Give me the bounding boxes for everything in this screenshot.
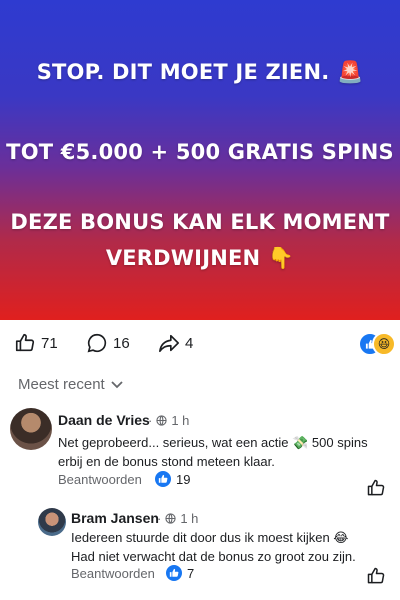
reaction-summary[interactable]: 😆 (358, 332, 396, 356)
banner-headline: STOP. DIT MOET JE ZIEN. 🚨 (36, 60, 364, 84)
comment-author[interactable]: Daan de Vries (58, 412, 150, 428)
sort-label: Meest recent (18, 376, 105, 393)
globe-icon (165, 513, 176, 524)
promo-banner: STOP. DIT MOET JE ZIEN. 🚨 TOT €5.000 + 5… (0, 0, 400, 320)
comment-text: Iedereen stuurde dit door dus ik moest k… (71, 530, 356, 564)
globe-icon (156, 415, 167, 426)
comment-text: Net geprobeerd... serieus, wat een actie… (58, 435, 368, 469)
comment-sort-dropdown[interactable]: Meest recent (18, 376, 123, 393)
share-count: 4 (185, 334, 194, 352)
like-button[interactable]: 71 (14, 332, 58, 354)
comment-timestamp: · 1 h (148, 413, 190, 428)
comment-button[interactable]: 16 (86, 332, 130, 354)
chevron-down-icon (111, 380, 123, 388)
dot-separator: · (148, 413, 153, 428)
like-reaction-icon (166, 565, 182, 581)
comment-bubble-icon (87, 333, 107, 353)
laughing-emoji-icon: 😆 (372, 332, 396, 356)
dot-separator: · (157, 511, 162, 526)
share-arrow-icon (159, 334, 179, 353)
comment-count: 16 (113, 334, 130, 352)
avatar[interactable] (38, 508, 66, 536)
avatar[interactable] (10, 408, 52, 450)
comment-author[interactable]: Bram Jansen (71, 510, 159, 526)
like-reaction-icon (155, 471, 171, 487)
like-count: 71 (41, 334, 58, 352)
post-actions-bar: 71 16 4 😆 (0, 332, 400, 356)
banner-urgency-line1: DEZE BONUS KAN ELK MOMENT (10, 210, 390, 234)
share-button[interactable]: 4 (158, 332, 193, 354)
like-comment-icon[interactable] (366, 478, 386, 498)
like-comment-icon[interactable] (366, 566, 386, 586)
comment-like-count[interactable]: 7 (166, 565, 194, 581)
comment-timestamp: · 1 h (157, 511, 199, 526)
banner-offer: TOT €5.000 + 500 GRATIS SPINS (6, 140, 394, 164)
reply-button[interactable]: Beantwoorden (71, 566, 155, 581)
banner-urgency-line2: VERDWIJNEN 👇 (105, 246, 295, 270)
thumbs-up-icon (15, 333, 35, 352)
comment-like-count[interactable]: 19 (155, 471, 190, 487)
reply-button[interactable]: Beantwoorden (58, 472, 142, 487)
